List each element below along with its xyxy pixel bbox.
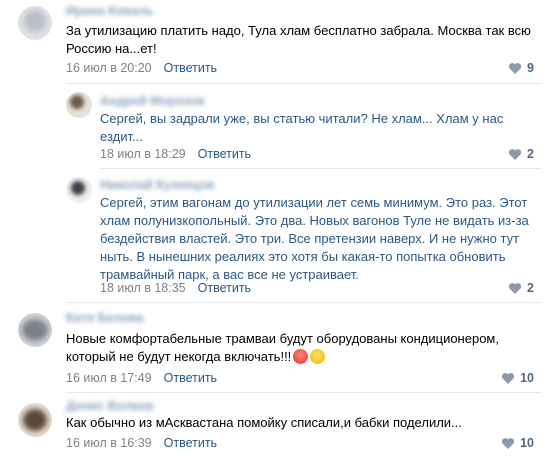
comment-author[interactable]: Николай Кузнецов: [100, 178, 214, 192]
like-count: 2: [527, 281, 534, 295]
comment-author[interactable]: Андрей Морозов: [100, 94, 205, 108]
heart-icon: [508, 63, 522, 74]
like-count: 10: [520, 436, 534, 450]
comment-author[interactable]: Катя Белова: [66, 311, 143, 325]
like-button[interactable]: 10: [501, 436, 534, 450]
like-button[interactable]: 10: [501, 371, 534, 385]
reply-addressee[interactable]: Сергей: [100, 111, 143, 126]
comment-date[interactable]: 16 июл в 20:20: [66, 61, 152, 75]
comment-text: Как обычно из мАсквастана помойку списал…: [66, 415, 462, 430]
comment-meta: 18 июл в 18:35 Ответить: [100, 281, 251, 295]
reply-button[interactable]: Ответить: [198, 147, 251, 161]
comment-text: За утилизацию платить надо, Тула хлам бе…: [66, 23, 531, 56]
avatar[interactable]: [66, 177, 92, 203]
angry-face-emoji: [293, 349, 309, 364]
reply-addressee[interactable]: Сергей: [100, 195, 143, 210]
avatar[interactable]: [18, 313, 52, 347]
comment-body: Новые комфортабельные трамваи будут обор…: [66, 331, 499, 364]
comment-meta: 16 июл в 20:20 Ответить: [66, 61, 217, 75]
comment-text: Сергей, этим вагонам до утилизации лет с…: [100, 194, 532, 284]
comment-date[interactable]: 18 июл в 18:35: [100, 281, 186, 295]
like-button[interactable]: 9: [508, 61, 534, 75]
avatar[interactable]: [18, 6, 52, 40]
heart-icon: [501, 373, 515, 384]
reply-button[interactable]: Ответить: [198, 281, 251, 295]
reply-button[interactable]: Ответить: [164, 61, 217, 75]
reply-button[interactable]: Ответить: [164, 371, 217, 385]
like-count: 10: [520, 371, 534, 385]
comment-date[interactable]: 18 июл в 18:29: [100, 147, 186, 161]
comment-1: Ирина Коваль За утилизацию платить надо,…: [0, 0, 558, 82]
comment-date[interactable]: 16 июл в 17:49: [66, 371, 152, 385]
comment-body: , этим вагонам до утилизации лет семь ми…: [100, 195, 529, 282]
like-count: 9: [527, 61, 534, 75]
comment-4: Катя Белова Новые комфортабельные трамва…: [0, 303, 558, 391]
heart-icon: [508, 283, 522, 294]
like-count: 2: [527, 147, 534, 161]
heart-icon: [508, 149, 522, 160]
avatar[interactable]: [66, 92, 92, 118]
comment-3: Николай Кузнецов Сергей, этим вагонам до…: [0, 169, 558, 309]
comment-author[interactable]: Ирина Коваль: [66, 4, 154, 18]
reply-button[interactable]: Ответить: [164, 436, 217, 450]
comment-meta: 16 июл в 16:39 Ответить: [66, 436, 217, 450]
comment-2: Андрей Морозов Сергей, вы задрали уже, в…: [0, 84, 558, 166]
avatar[interactable]: [18, 403, 52, 437]
comment-text: Новые комфортабельные трамваи будут обор…: [66, 330, 536, 366]
laughing-face-emoji: [310, 349, 326, 364]
like-button[interactable]: 2: [508, 281, 534, 295]
comment-5: Денис Волков Как обычно из мАсквастана п…: [0, 393, 558, 460]
heart-icon: [501, 438, 515, 449]
like-button[interactable]: 2: [508, 147, 534, 161]
comment-meta: 18 июл в 18:29 Ответить: [100, 147, 251, 161]
comment-body: , вы задрали уже, вы статью читали? Не х…: [100, 111, 504, 144]
comment-meta: 16 июл в 17:49 Ответить: [66, 371, 217, 385]
comment-date[interactable]: 16 июл в 16:39: [66, 436, 152, 450]
comment-text: Сергей, вы задрали уже, вы статью читали…: [100, 110, 532, 146]
comment-author[interactable]: Денис Волков: [66, 399, 153, 413]
